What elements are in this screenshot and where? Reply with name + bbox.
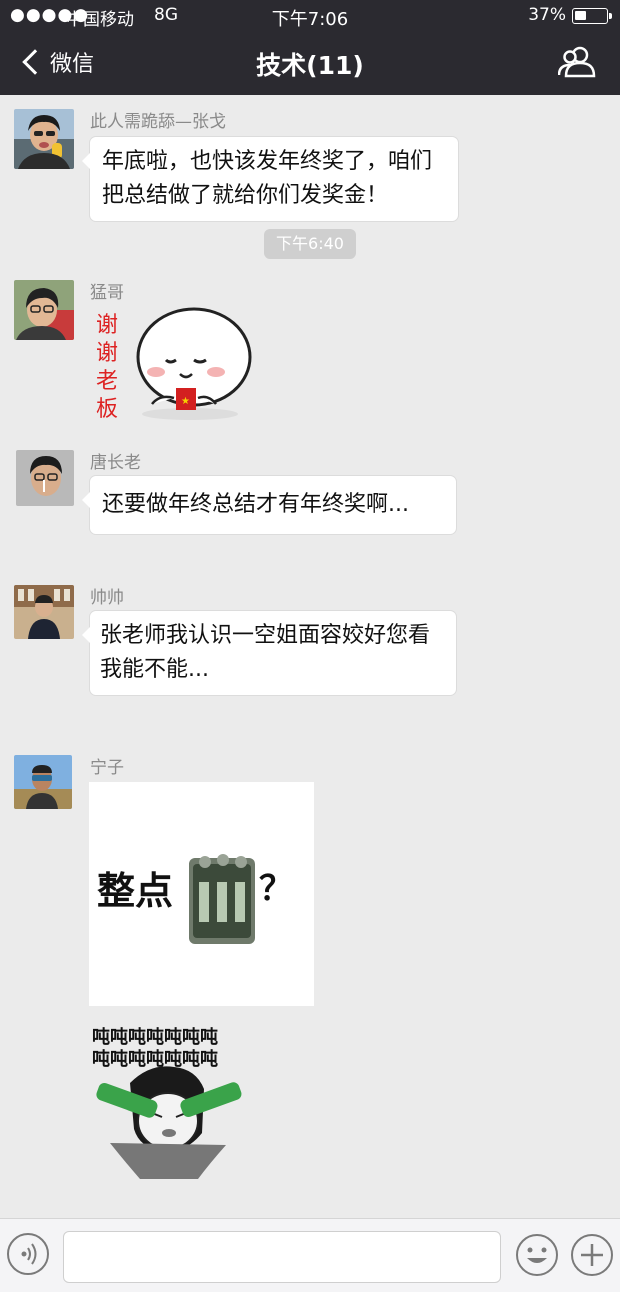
timestamp-chip: 下午6:40 [264,229,356,259]
status-time: 下午7:06 [271,9,349,30]
chat-area[interactable]: 此人需跪舔—张戈 年底啦，也快该发年终奖了，咱们 把总结做了就给你们发奖金！ 下… [0,95,620,1218]
image-text: ？ [259,869,293,909]
message-bubble[interactable]: 还要做年终总结才有年终奖啊... [82,476,456,534]
image-message[interactable]: 整点 ？ [89,782,314,1006]
plus-icon[interactable] [570,1233,614,1277]
message-input[interactable] [63,1231,501,1283]
sticker-drinking[interactable]: 吨吨吨吨吨吨吨 吨吨吨吨吨吨吨 [90,1023,250,1179]
avatar[interactable] [14,109,74,169]
sticker-char: 谢 [96,341,118,366]
sticker-char: 板 [96,397,118,422]
group-contacts-icon[interactable] [557,46,598,78]
avatar[interactable] [16,450,74,506]
sender-name: 宁子 [90,758,124,778]
status-bar: ●●●●● 中国移动 8G 下午7:06 37% [0,0,620,30]
sticker-char: 吨吨吨吨吨吨吨 [92,1048,218,1070]
avatar[interactable] [14,585,74,639]
chat-title: 技术(11) [256,51,364,80]
message-line: 还要做年终总结才有年终奖啊... [102,492,409,517]
battery-percent: 37% [528,5,566,25]
top-bar: ●●●●● 中国移动 8G 下午7:06 37% 微信 技术(11) [0,0,620,95]
message-bubble[interactable]: 年底啦，也快该发年终奖了，咱们 把总结做了就给你们发奖金！ [82,137,458,221]
battery-fill [575,11,586,20]
sticker-thanks[interactable]: 谢 谢 老 板 ★ [90,302,260,424]
image-text: 整点 [97,869,173,913]
sender-name: 猛哥 [90,283,124,303]
avatar[interactable] [14,280,74,340]
sticker-char: 谢 [96,313,118,338]
svg-text:★: ★ [181,396,190,407]
beer-crate-icon [189,854,255,944]
message-line: 年底啦，也快该发年终奖了，咱们 [102,149,433,174]
battery-icon [572,8,612,24]
sender-name: 此人需跪舔—张戈 [90,112,226,132]
sticker-char: 老 [96,369,118,394]
sender-name: 唐长老 [90,453,141,473]
input-bar [0,1218,620,1292]
message-line: 张老师我认识一空姐面容姣好您看 [100,623,431,648]
message-line: 把总结做了就给你们发奖金！ [102,183,389,208]
avatar[interactable] [14,755,72,809]
sender-name: 帅帅 [90,588,124,608]
message-bubble[interactable]: 张老师我认识一空姐面容姣好您看 我能不能... [82,611,456,695]
voice-icon[interactable] [7,1233,49,1275]
sticker-char: 吨吨吨吨吨吨吨 [92,1026,218,1048]
nav-bar: 微信 技术(11) [0,30,620,95]
emoji-icon[interactable] [515,1233,559,1277]
message-line: 我能不能... [100,657,209,682]
